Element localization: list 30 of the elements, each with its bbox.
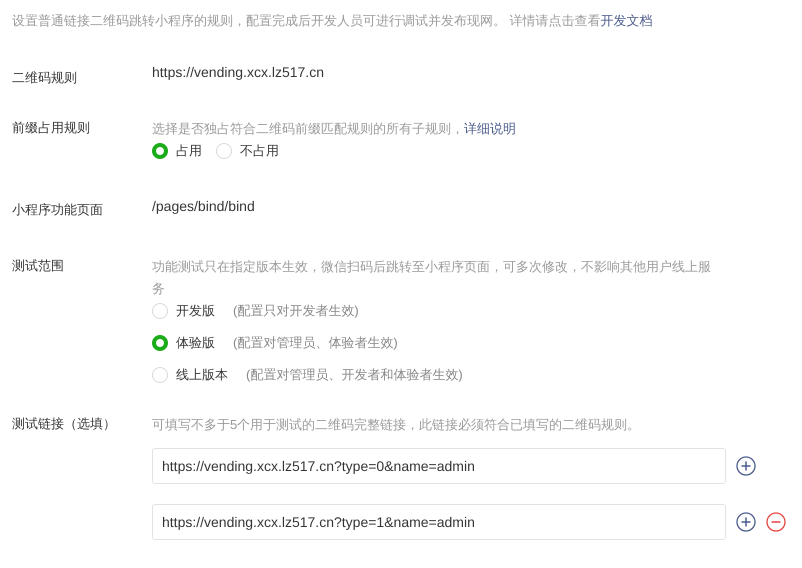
remove-button[interactable] <box>766 512 786 532</box>
option-note: (配置对管理员、开发者和体验者生效) <box>246 366 463 384</box>
page-path-value: /pages/bind/bind <box>152 198 255 214</box>
add-button[interactable] <box>736 512 756 532</box>
option-label[interactable]: 体验版 <box>176 334 215 352</box>
option-label[interactable]: 开发版 <box>176 302 215 320</box>
hint-text: 选择是否独占符合二维码前缀匹配规则的所有子规则，详细说明 <box>152 120 517 138</box>
input-field[interactable]: https://vending.xcx.lz517.cn?type=0&name=admin <box>152 448 726 484</box>
qr-rule-value: https://vending.xcx.lz517.cn <box>152 64 324 80</box>
hint-text: 功能测试只在指定版本生效，微信扫码后跳转至小程序页面，可多次修改，不影响其他用户线上服务 <box>152 258 712 298</box>
docs-link[interactable]: 开发文档 <box>600 13 653 28</box>
radio-option[interactable]: 占用 <box>152 140 202 162</box>
add-button[interactable] <box>736 456 756 476</box>
radio-option[interactable]: 不占用 <box>216 140 279 162</box>
option-note: (配置只对开发者生效) <box>233 302 359 320</box>
field-label: 小程序功能页面 <box>12 201 104 219</box>
option-label: 不占用 <box>240 142 279 160</box>
option-label[interactable]: 线上版本 <box>176 366 228 384</box>
hint-text: 可填写不多于5个用于测试的二维码完整链接，此链接必须符合已填写的二维码规则。 <box>152 416 642 434</box>
details-link[interactable]: 详细说明 <box>464 121 516 136</box>
field-label: 前缀占用规则 <box>12 119 91 137</box>
option-note: (配置对管理员、体验者生效) <box>233 334 398 352</box>
option-label: 占用 <box>176 142 202 160</box>
radio-icon[interactable] <box>152 143 168 159</box>
input-field[interactable]: https://vending.xcx.lz517.cn?type=1&name=admin <box>152 504 726 540</box>
field-label: 测试范围 <box>12 257 65 275</box>
field-label: 二维码规则 <box>12 69 78 87</box>
field-label: 测试链接（选填） <box>12 415 117 433</box>
intro-text: 设置普通链接二维码跳转小程序的规则，配置完成后开发人员可进行调试并发布现网。 详情请点击查看开发文档 <box>12 12 654 30</box>
radio-icon[interactable] <box>152 335 168 351</box>
